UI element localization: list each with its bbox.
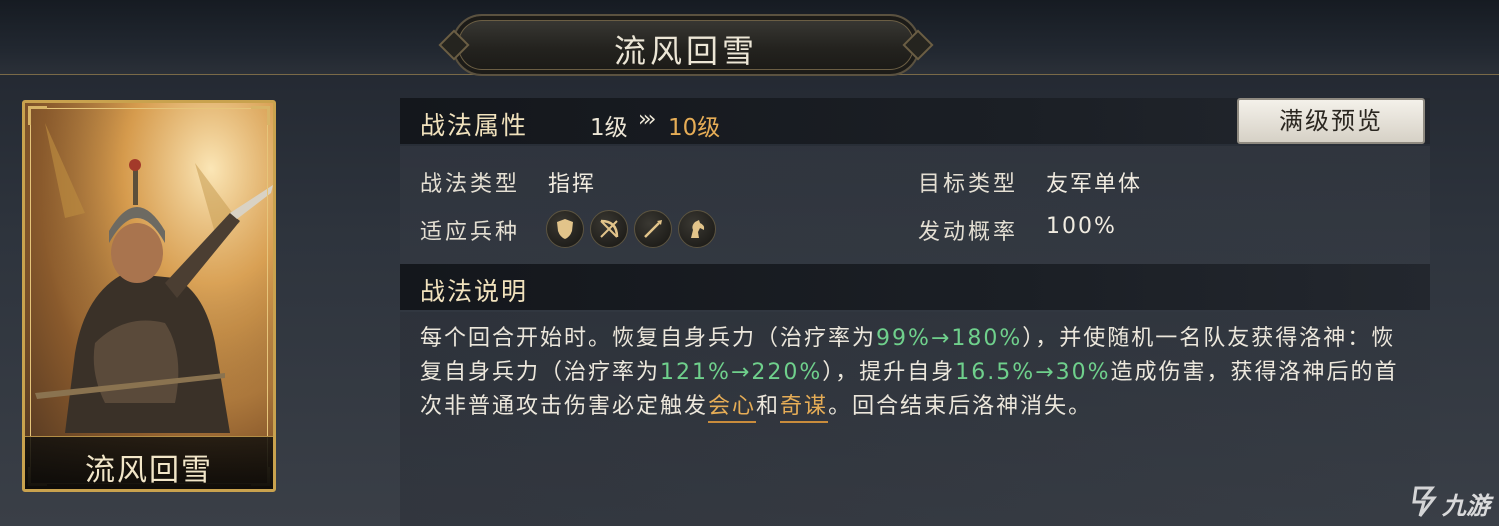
- level-from: 1级: [590, 115, 628, 141]
- desc-text-part: ），提升自身: [822, 360, 956, 385]
- trigger-rate-label: 发动概率: [918, 220, 1019, 245]
- troop-type-label: 适应兵种: [420, 220, 521, 245]
- tactic-type-value: 指挥: [548, 172, 597, 197]
- description-panel: 每个回合开始时。恢复自身兵力（治疗率为99%→180%），并使随机一名队友获得洛…: [400, 312, 1430, 526]
- target-type-label: 目标类型: [918, 172, 1019, 197]
- keyword-link-qimou[interactable]: 奇谋: [780, 394, 829, 423]
- attributes-header-label: 战法属性: [420, 111, 529, 140]
- horse-icon[interactable]: [678, 210, 716, 248]
- max-level-preview-button[interactable]: 满级预览: [1237, 98, 1425, 144]
- card-name: 流风回雪: [85, 453, 213, 488]
- target-type-value: 友军单体: [1046, 172, 1143, 197]
- card-corner-ornament: [251, 106, 270, 125]
- attributes-panel: [400, 146, 1430, 264]
- spear-icon[interactable]: [634, 210, 672, 248]
- desc-text-part: 。回合结束后洛神消失。: [828, 394, 1093, 419]
- keyword-link-huixin[interactable]: 会心: [708, 394, 757, 423]
- page-title: 流风回雪: [613, 32, 758, 70]
- watermark-logo-icon: [1412, 486, 1438, 517]
- card-frame: [30, 108, 268, 484]
- bow-icon[interactable]: [590, 210, 628, 248]
- watermark: 九游: [1410, 484, 1496, 520]
- tactic-card[interactable]: 流风回雪: [22, 100, 276, 492]
- double-chevron-icon: ›››: [638, 107, 657, 132]
- heal-rate-self-value: 99%→180%: [876, 326, 1023, 351]
- shield-icon[interactable]: [546, 210, 584, 248]
- description-header: 战法说明: [400, 264, 1430, 310]
- watermark-text: 九游: [1442, 492, 1490, 520]
- heal-rate-ally-value: 121%→220%: [660, 360, 823, 385]
- card-name-bar: 流风回雪: [25, 436, 273, 489]
- trigger-rate-value: 100%: [1046, 214, 1117, 239]
- damage-boost-value: 16.5%→30%: [955, 360, 1111, 385]
- desc-text-part: 每个回合开始时。恢复自身兵力（治疗率为: [420, 326, 877, 351]
- description-text: 每个回合开始时。恢复自身兵力（治疗率为99%→180%），并使随机一名队友获得洛…: [420, 322, 1410, 424]
- card-corner-ornament: [28, 106, 47, 125]
- desc-text-part: 和: [756, 394, 781, 419]
- level-to: 10级: [668, 115, 721, 141]
- title-plate: 流风回雪: [438, 14, 934, 76]
- description-header-label: 战法说明: [420, 277, 529, 306]
- tactic-type-label: 战法类型: [420, 172, 521, 197]
